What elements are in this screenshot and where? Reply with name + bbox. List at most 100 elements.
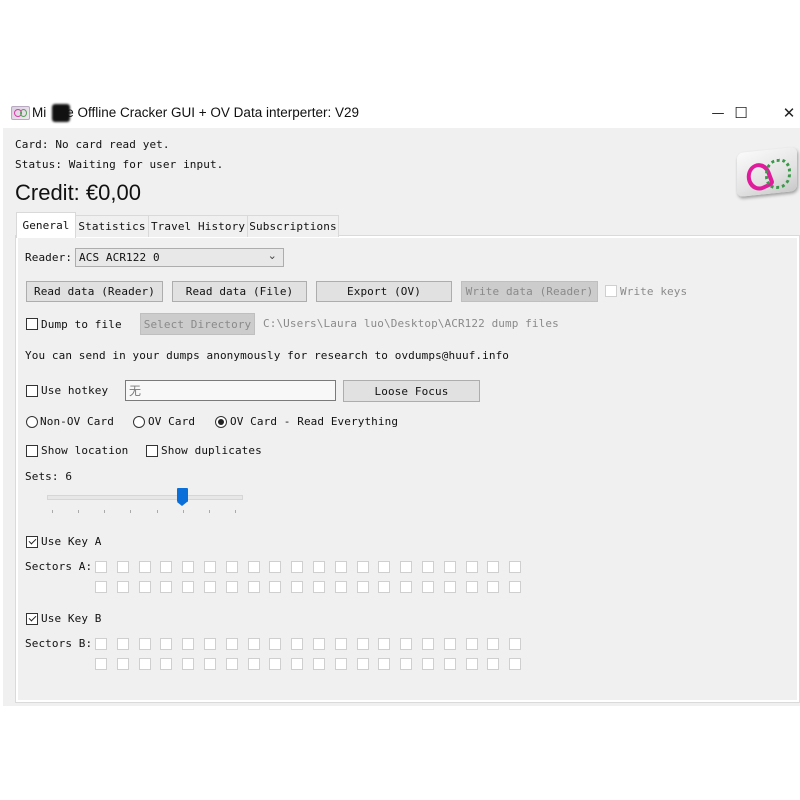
use-hotkey-checkbox[interactable] (26, 385, 38, 397)
sector-a-checkbox[interactable] (160, 581, 173, 593)
sector-b-checkbox[interactable] (269, 658, 282, 670)
sector-b-checkbox[interactable] (291, 658, 304, 670)
loose-focus-button[interactable]: Loose Focus (343, 380, 480, 402)
radio-ov-card[interactable] (133, 416, 145, 428)
sector-b-checkbox[interactable] (400, 638, 413, 650)
sets-slider-track[interactable] (47, 495, 243, 500)
sector-a-checkbox[interactable] (312, 561, 325, 573)
sector-b-checkbox[interactable] (116, 658, 129, 670)
read-data-reader-button[interactable]: Read data (Reader) (26, 281, 163, 302)
tab-subscriptions[interactable]: Subscriptions (247, 215, 339, 237)
sector-a-checkbox[interactable] (509, 581, 522, 593)
sector-a-checkbox[interactable] (138, 581, 151, 593)
sector-a-checkbox[interactable] (378, 561, 391, 573)
sector-a-checkbox[interactable] (443, 581, 456, 593)
sector-a-checkbox[interactable] (116, 581, 129, 593)
sector-b-checkbox[interactable] (116, 638, 129, 650)
sector-a-checkbox[interactable] (225, 561, 238, 573)
sector-a-checkbox[interactable] (247, 581, 260, 593)
sector-a-checkbox[interactable] (465, 581, 478, 593)
sector-a-checkbox[interactable] (160, 561, 173, 573)
sector-a-checkbox[interactable] (487, 561, 500, 573)
use-key-a-checkbox[interactable] (26, 536, 38, 548)
sector-a-checkbox[interactable] (334, 581, 347, 593)
sector-a-checkbox[interactable] (291, 581, 304, 593)
sector-a-checkbox[interactable] (95, 581, 107, 593)
sector-b-checkbox[interactable] (247, 658, 260, 670)
sector-a-checkbox[interactable] (312, 581, 325, 593)
sector-b-checkbox[interactable] (421, 658, 434, 670)
sector-b-checkbox[interactable] (203, 658, 216, 670)
sector-b-checkbox[interactable] (421, 638, 434, 650)
sector-b-checkbox[interactable] (509, 658, 522, 670)
maximize-button[interactable]: ☐ (718, 98, 764, 128)
write-data-reader-button[interactable]: Write data (Reader) (461, 281, 598, 302)
sector-b-checkbox[interactable] (247, 638, 260, 650)
tab-statistics[interactable]: Statistics (75, 215, 149, 237)
sector-a-checkbox[interactable] (138, 561, 151, 573)
sector-a-checkbox[interactable] (269, 561, 282, 573)
sector-b-checkbox[interactable] (312, 658, 325, 670)
radio-ov-card-read-everything[interactable] (215, 416, 227, 428)
sector-a-checkbox[interactable] (247, 561, 260, 573)
sector-a-checkbox[interactable] (203, 561, 216, 573)
tab-travel-history[interactable]: Travel History (148, 215, 248, 237)
sector-a-checkbox[interactable] (334, 561, 347, 573)
sector-b-checkbox[interactable] (356, 658, 369, 670)
sector-b-checkbox[interactable] (334, 638, 347, 650)
sector-b-checkbox[interactable] (95, 638, 107, 650)
sector-a-checkbox[interactable] (182, 581, 195, 593)
radio-non-ov-card[interactable] (26, 416, 38, 428)
sector-b-checkbox[interactable] (95, 658, 107, 670)
sector-b-checkbox[interactable] (443, 638, 456, 650)
show-location-checkbox[interactable] (26, 445, 38, 457)
sector-a-checkbox[interactable] (509, 561, 522, 573)
sector-a-checkbox[interactable] (400, 561, 413, 573)
sector-b-checkbox[interactable] (225, 658, 238, 670)
sector-b-checkbox[interactable] (487, 638, 500, 650)
sector-b-checkbox[interactable] (312, 638, 325, 650)
sector-b-checkbox[interactable] (182, 658, 195, 670)
sector-b-checkbox[interactable] (465, 638, 478, 650)
sector-a-checkbox[interactable] (182, 561, 195, 573)
tab-general[interactable]: General (16, 212, 76, 238)
sector-b-checkbox[interactable] (509, 638, 522, 650)
sector-b-checkbox[interactable] (487, 658, 500, 670)
sector-b-checkbox[interactable] (160, 638, 173, 650)
sector-a-checkbox[interactable] (116, 561, 129, 573)
select-directory-button[interactable]: Select Directory (140, 313, 255, 335)
sector-a-checkbox[interactable] (356, 561, 369, 573)
sector-b-checkbox[interactable] (356, 638, 369, 650)
reader-select[interactable]: ACS ACR122 0 ⌄ (75, 248, 284, 267)
read-data-file-button[interactable]: Read data (File) (172, 281, 307, 302)
sector-b-checkbox[interactable] (465, 658, 478, 670)
show-duplicates-checkbox[interactable] (146, 445, 158, 457)
sector-a-checkbox[interactable] (291, 561, 304, 573)
sector-a-checkbox[interactable] (421, 561, 434, 573)
sector-b-checkbox[interactable] (160, 658, 173, 670)
export-ov-button[interactable]: Export (OV) (316, 281, 452, 302)
sector-b-checkbox[interactable] (291, 638, 304, 650)
sector-a-checkbox[interactable] (269, 581, 282, 593)
hotkey-input[interactable] (125, 380, 336, 401)
sector-b-checkbox[interactable] (378, 638, 391, 650)
sector-a-checkbox[interactable] (203, 581, 216, 593)
write-keys-checkbox[interactable] (605, 285, 617, 297)
sector-b-checkbox[interactable] (138, 658, 151, 670)
sector-b-checkbox[interactable] (182, 638, 195, 650)
sector-b-checkbox[interactable] (269, 638, 282, 650)
sector-a-checkbox[interactable] (95, 561, 107, 573)
sector-b-checkbox[interactable] (334, 658, 347, 670)
sector-b-checkbox[interactable] (378, 658, 391, 670)
sets-slider-thumb[interactable] (177, 488, 189, 506)
sector-a-checkbox[interactable] (465, 561, 478, 573)
sector-a-checkbox[interactable] (443, 561, 456, 573)
sector-a-checkbox[interactable] (378, 581, 391, 593)
sector-a-checkbox[interactable] (400, 581, 413, 593)
sector-b-checkbox[interactable] (443, 658, 456, 670)
sector-b-checkbox[interactable] (203, 638, 216, 650)
sector-a-checkbox[interactable] (225, 581, 238, 593)
sector-a-checkbox[interactable] (356, 581, 369, 593)
close-button[interactable]: ✕ (766, 98, 800, 128)
sector-b-checkbox[interactable] (225, 638, 238, 650)
